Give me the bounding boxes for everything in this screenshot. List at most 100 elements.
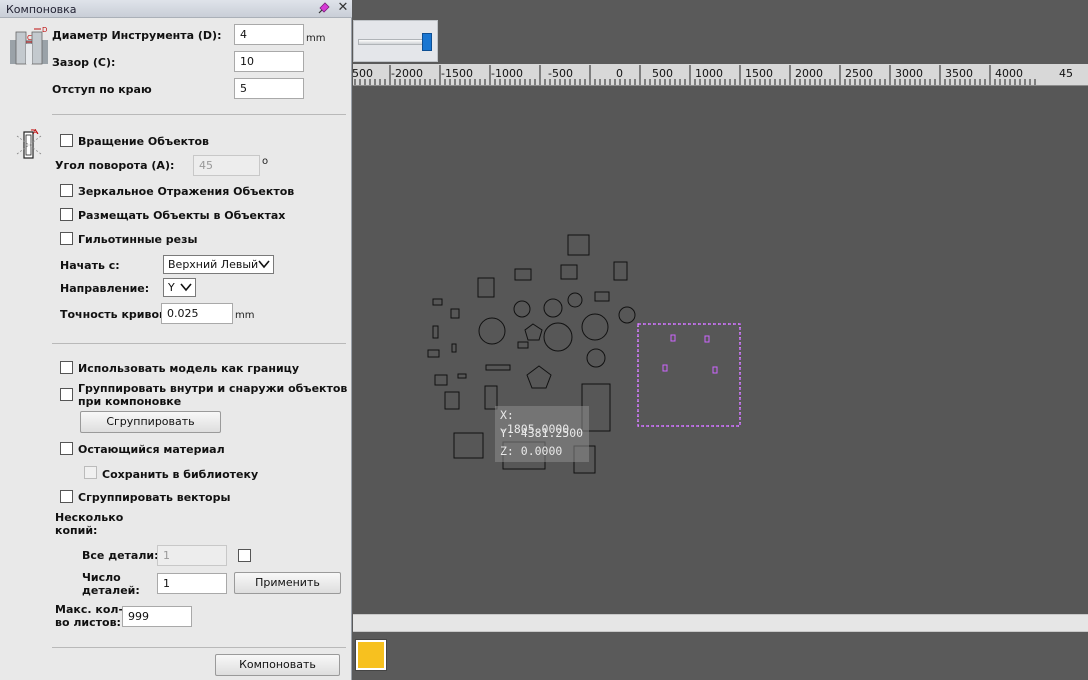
ruler-tick-label: -500 <box>548 67 573 80</box>
selected-sheet <box>637 323 741 427</box>
direction-select[interactable]: Y <box>163 278 196 297</box>
remaining-material-checkbox[interactable] <box>60 442 73 455</box>
ruler-tick-label: -1500 <box>441 67 473 80</box>
guillotine-checkbox[interactable] <box>60 232 73 245</box>
multiple-copies-label-line2: копий: <box>55 524 98 537</box>
use-model-boundary-label: Использовать модель как границу <box>78 362 299 375</box>
margin-label: Отступ по краю <box>52 83 152 96</box>
zoom-slider-panel <box>353 20 438 62</box>
margin-input[interactable] <box>234 78 304 99</box>
bottom-bar <box>353 632 1088 680</box>
chevron-down-icon <box>180 283 192 292</box>
selected-part <box>712 366 718 374</box>
parts-count-label: Число <box>82 571 121 584</box>
all-parts-input[interactable] <box>157 545 227 566</box>
rotate-objects-label: Вращение Объектов <box>78 135 210 148</box>
vector-circle <box>567 292 583 308</box>
rotation-icon: A <box>16 128 42 159</box>
selected-part <box>704 335 710 343</box>
save-to-library-label: Сохранить в библиотеку <box>102 468 259 481</box>
material-color-swatch[interactable] <box>355 639 387 671</box>
max-sheets-input[interactable] <box>122 606 192 627</box>
tool-diameter-input[interactable] <box>234 24 304 45</box>
max-sheets-label: Макс. кол- <box>55 603 124 616</box>
drawing-canvas[interactable] <box>353 86 1088 614</box>
nest-button[interactable]: Компоновать <box>215 654 340 676</box>
vector-rect <box>514 268 532 281</box>
curve-precision-label: Точность кривой: <box>60 308 172 321</box>
tool-diameter-unit: mm <box>306 33 326 44</box>
vector-shapes <box>427 234 741 474</box>
vector-pentagon <box>526 365 552 389</box>
close-icon[interactable]: ✕ <box>336 1 350 15</box>
ruler-tick-label: 4000 <box>995 67 1023 80</box>
svg-text:D: D <box>42 26 47 34</box>
rotate-objects-checkbox[interactable] <box>60 134 73 147</box>
use-model-boundary-checkbox[interactable] <box>60 361 73 374</box>
vector-rect <box>594 291 610 302</box>
horizontal-scrollbar[interactable] <box>353 614 1088 632</box>
ruler-tick-label: 45 <box>1059 67 1073 80</box>
separator <box>52 647 346 648</box>
vector-rect <box>477 277 495 298</box>
save-to-library-checkbox[interactable] <box>84 466 97 479</box>
selected-part <box>662 364 668 372</box>
ruler-tick-label: 0 <box>616 67 623 80</box>
panel-title: Компоновка <box>6 3 77 16</box>
chevron-down-icon <box>258 260 270 269</box>
vector-pentagon <box>524 323 543 341</box>
ruler-tick-label: -2500 <box>353 67 373 80</box>
ruler-tick-label: -2000 <box>391 67 423 80</box>
zoom-slider-track[interactable] <box>358 39 428 45</box>
start-from-select[interactable]: Верхний Левый <box>163 255 274 274</box>
apply-button[interactable]: Применить <box>234 572 341 594</box>
vector-rect <box>451 343 457 353</box>
toolbar-strip <box>353 0 1088 20</box>
panel-title-bar: Компоновка ✕ <box>0 0 352 18</box>
group-inside-outside-label-line2: при компоновке <box>78 395 182 408</box>
separator <box>52 114 346 115</box>
vector-rect <box>432 298 443 306</box>
zoom-slider-thumb[interactable] <box>422 33 432 51</box>
vector-circle <box>543 298 563 318</box>
nest-in-objects-label: Размещать Объекты в Объектах <box>78 209 286 222</box>
pin-icon[interactable] <box>318 2 330 14</box>
vector-rect <box>485 364 511 371</box>
direction-value: Y <box>168 281 175 294</box>
start-from-value: Верхний Левый <box>168 258 259 271</box>
group-button[interactable]: Сгруппировать <box>80 411 221 433</box>
ruler-tick-label: 1500 <box>745 67 773 80</box>
all-parts-label: Все детали: <box>82 549 159 562</box>
guillotine-label: Гильотинные резы <box>78 233 198 246</box>
vector-circle <box>618 306 636 324</box>
vector-circle <box>586 348 606 368</box>
vector-rect <box>453 432 484 459</box>
vector-rect <box>560 264 578 280</box>
vector-circle <box>478 317 506 345</box>
vector-rect <box>432 325 439 339</box>
gap-input[interactable] <box>234 51 304 72</box>
vector-rect <box>450 308 460 319</box>
rotate-angle-input[interactable] <box>193 155 260 176</box>
vector-rect <box>517 341 529 349</box>
nest-in-objects-checkbox[interactable] <box>60 208 73 221</box>
parts-count-input[interactable] <box>157 573 227 594</box>
remaining-material-label: Остающийся материал <box>78 443 225 456</box>
ruler-tick-label: 500 <box>652 67 673 80</box>
selected-sheet-outline <box>637 323 741 427</box>
curve-precision-unit: mm <box>235 310 255 321</box>
vector-rect <box>567 234 590 256</box>
vector-rect <box>444 391 460 410</box>
ruler-tick-label: -1000 <box>491 67 523 80</box>
group-vectors-checkbox[interactable] <box>60 490 73 503</box>
vector-rect <box>613 261 628 281</box>
all-parts-checkbox[interactable] <box>238 549 251 562</box>
selected-part <box>670 334 676 342</box>
group-inside-outside-checkbox[interactable] <box>60 388 73 401</box>
ruler-ticks: -2500 -2000 -1500 -1000 -500 0 500 1000 1500 2000… <box>353 65 1073 85</box>
mirror-objects-checkbox[interactable] <box>60 184 73 197</box>
separator <box>52 343 346 344</box>
parts-count-label-line2: деталей: <box>82 584 140 597</box>
curve-precision-input[interactable] <box>161 303 233 324</box>
vector-rect <box>427 349 440 358</box>
